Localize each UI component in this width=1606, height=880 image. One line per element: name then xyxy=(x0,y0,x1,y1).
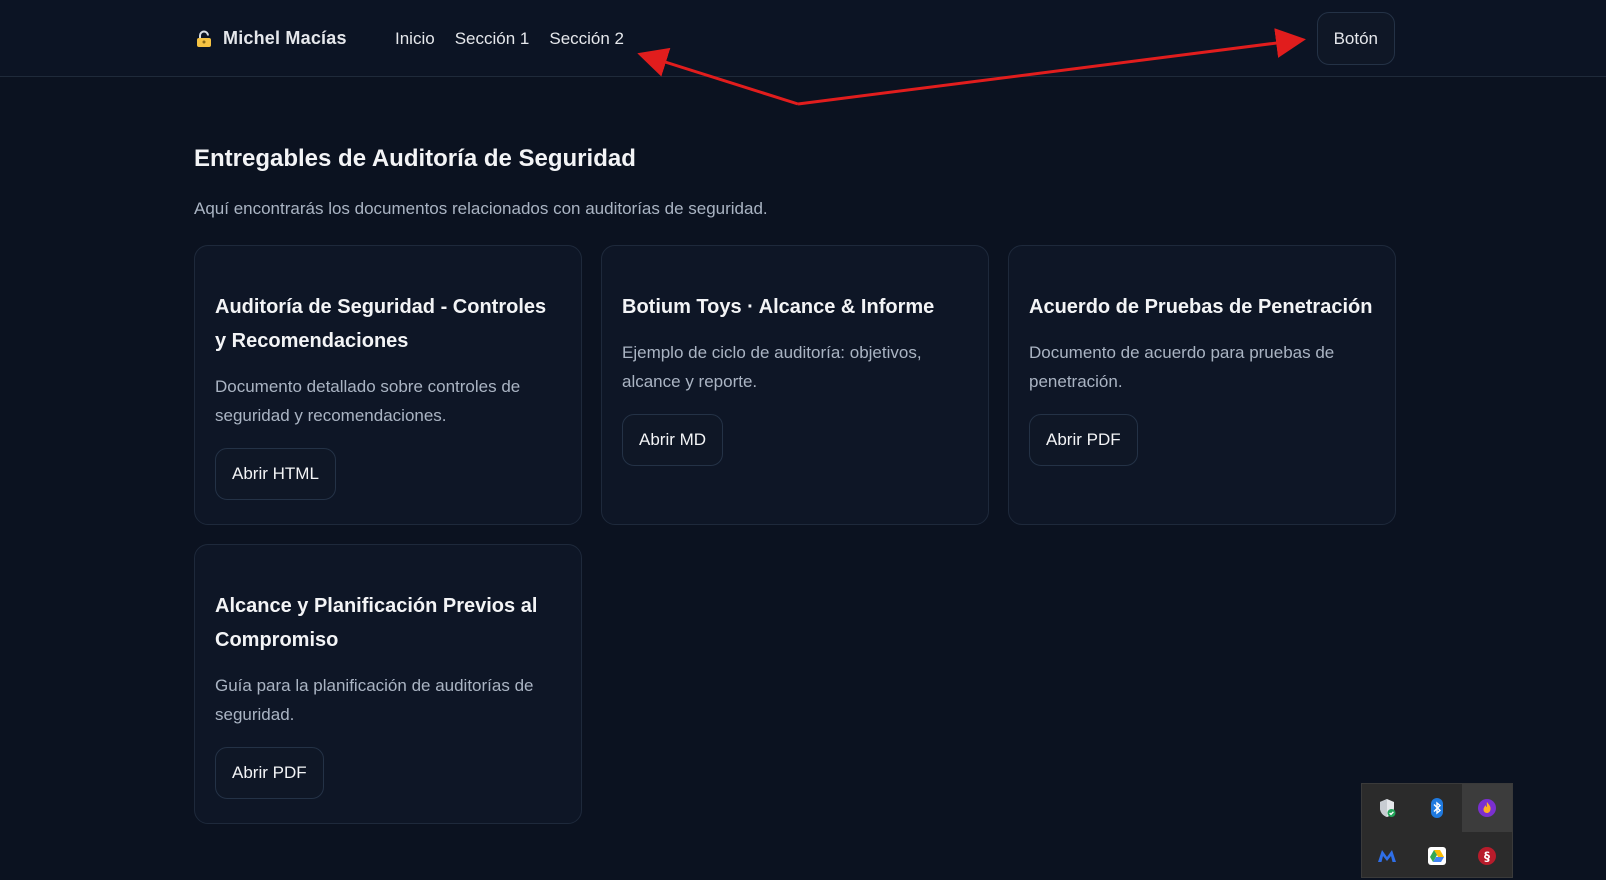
fire-icon[interactable] xyxy=(1462,784,1512,832)
brand[interactable]: Michel Macías xyxy=(195,28,347,49)
card-description: Documento de acuerdo para pruebas de pen… xyxy=(1029,343,1335,391)
bluetooth-icon[interactable] xyxy=(1412,784,1462,832)
nav-item-inicio[interactable]: Inicio xyxy=(395,29,435,49)
brand-name: Michel Macías xyxy=(223,28,347,48)
card-description: Guía para la planificación de auditorías… xyxy=(215,676,534,724)
card-description: Documento detallado sobre controles de s… xyxy=(215,377,521,425)
page-title: Entregables de Auditoría de Seguridad xyxy=(194,145,636,172)
card-title: Auditoría de Seguridad - Controles y Rec… xyxy=(215,296,547,352)
page-subtitle: Aquí encontrarás los documentos relacion… xyxy=(194,199,768,218)
open-md-button[interactable]: Abrir MD xyxy=(622,414,724,466)
main-nav: Inicio Sección 1 Sección 2 xyxy=(395,29,624,49)
nav-item-seccion-1[interactable]: Sección 1 xyxy=(455,29,530,49)
top-action-button[interactable]: Botón xyxy=(1316,12,1395,65)
malwarebytes-icon[interactable] xyxy=(1362,832,1412,880)
system-tray-overflow: § xyxy=(1361,783,1513,878)
open-pdf-button[interactable]: Abrir PDF xyxy=(215,747,324,799)
card-description: Ejemplo de ciclo de auditoría: objetivos… xyxy=(622,343,922,391)
lock-icon xyxy=(195,30,213,48)
red-s-icon[interactable]: § xyxy=(1462,832,1512,880)
google-drive-icon[interactable] xyxy=(1412,832,1462,880)
top-navbar: Michel Macías Inicio Sección 1 Sección 2… xyxy=(0,0,1606,77)
card-title: Botium Toys · Alcance & Informe xyxy=(622,296,935,318)
card-title: Alcance y Planificación Previos al Compr… xyxy=(215,595,538,651)
open-html-button[interactable]: Abrir HTML xyxy=(215,448,336,500)
open-pdf-button[interactable]: Abrir PDF xyxy=(1029,414,1138,466)
shield-check-icon[interactable] xyxy=(1362,784,1412,832)
card-title: Acuerdo de Pruebas de Penetración xyxy=(1029,296,1373,318)
svg-text:§: § xyxy=(1484,850,1490,864)
card-auditoria-controles: Auditoría de Seguridad - Controles y Rec… xyxy=(194,245,582,525)
card-botium-toys: Botium Toys · Alcance & Informe Ejemplo … xyxy=(601,245,989,525)
main-content: Entregables de Auditoría de Seguridad Aq… xyxy=(194,145,1395,219)
card-alcance-planificacion: Alcance y Planificación Previos al Compr… xyxy=(194,544,582,824)
cards-grid: Auditoría de Seguridad - Controles y Rec… xyxy=(194,245,1396,824)
nav-item-seccion-2[interactable]: Sección 2 xyxy=(549,29,624,49)
card-acuerdo-pruebas: Acuerdo de Pruebas de Penetración Docume… xyxy=(1008,245,1396,525)
